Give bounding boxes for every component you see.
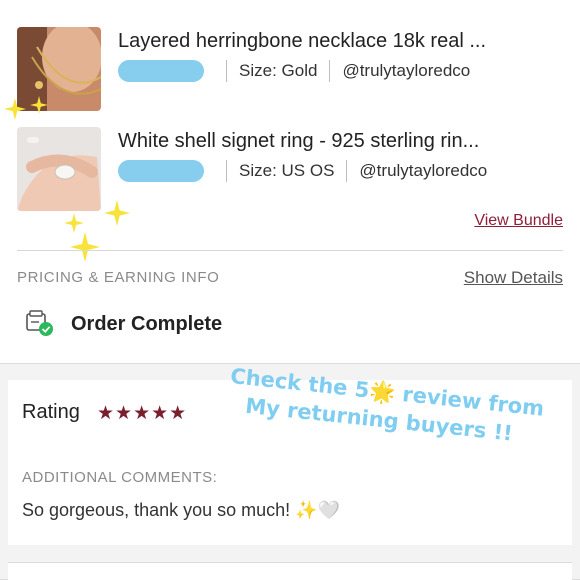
separator: [226, 60, 227, 82]
rating-stars: ★★★★★: [97, 403, 188, 424]
item-size: Size: US OS: [239, 161, 335, 180]
item-meta: Size: US OS @trulytayloredco: [118, 160, 487, 182]
sparkle-icon: [70, 232, 100, 262]
order-complete-icon: [26, 310, 53, 336]
seller-handle[interactable]: @trulytayloredco: [359, 161, 487, 181]
divider: [17, 250, 563, 251]
order-status-row: Order Complete: [25, 310, 222, 338]
separator: [329, 60, 331, 82]
ring-photo: [17, 127, 101, 211]
additional-comments-label: ADDITIONAL COMMENTS:: [22, 469, 218, 486]
review-comment: So gorgeous, thank you so much! ✨🤍: [22, 500, 340, 520]
item-title[interactable]: Layered herringbone necklace 18k real ..…: [118, 30, 486, 53]
order-status-text: Order Complete: [71, 312, 223, 335]
pricing-section-label: PRICING & EARNING INFO: [17, 269, 220, 286]
star-emoji-icon: 🌟: [368, 378, 397, 406]
separator: [226, 160, 227, 182]
separator: [346, 160, 348, 182]
item-thumbnail-ring[interactable]: [17, 127, 101, 211]
sparkle-icon: [104, 200, 130, 226]
rating-label: Rating: [22, 401, 80, 423]
seller-handle[interactable]: @trulytayloredco: [342, 61, 470, 81]
redacted-buyer: [118, 160, 204, 182]
sparkle-icon: [4, 98, 26, 120]
redacted-buyer: [118, 60, 204, 82]
item-size: Size: Gold: [239, 61, 318, 80]
view-bundle-link[interactable]: View Bundle: [474, 212, 563, 230]
sparkle-icon: [64, 213, 84, 233]
next-card: [8, 562, 572, 580]
sparkle-icon: [30, 96, 48, 114]
item-title[interactable]: White shell signet ring - 925 sterling r…: [118, 130, 479, 153]
show-details-link[interactable]: Show Details: [464, 268, 563, 288]
item-meta: Size: Gold @trulytayloredco: [118, 60, 470, 82]
